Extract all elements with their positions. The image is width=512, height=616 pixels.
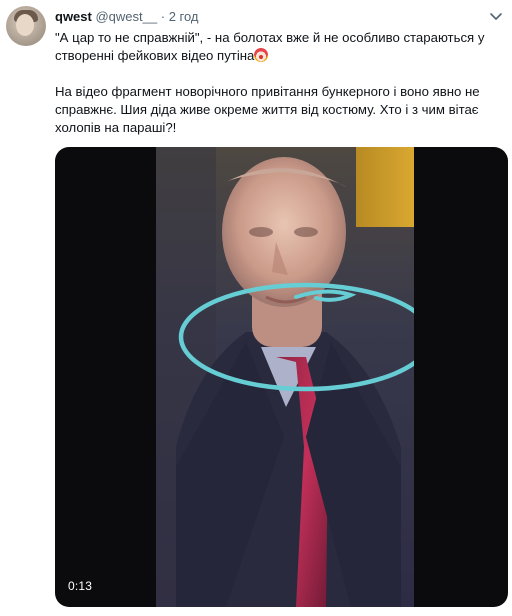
more-options-chevron-down-icon[interactable] xyxy=(488,8,504,24)
header-separator: · xyxy=(160,9,166,24)
tweet-header: qwest @qwest__ · 2 год xyxy=(55,9,199,25)
tweet-timestamp[interactable]: 2 год xyxy=(169,9,199,24)
author-handle[interactable]: @qwest__ xyxy=(95,9,157,24)
video-still xyxy=(156,147,414,607)
tweet-text-1: "А цар то не справжній", - на болотах вж… xyxy=(55,30,485,63)
avatar[interactable] xyxy=(6,6,46,46)
tweet-text-paragraph-2: На відео фрагмент новорічного привітання… xyxy=(55,84,480,135)
tweet: qwest @qwest__ · 2 год "А цар то не спра… xyxy=(0,0,512,616)
avatar-face xyxy=(16,14,34,36)
video-frame[interactable] xyxy=(156,147,414,607)
video-player[interactable]: 0:13 xyxy=(55,147,508,607)
author-name[interactable]: qwest xyxy=(55,9,92,24)
video-duration: 0:13 xyxy=(68,579,93,593)
tweet-text-paragraph-1: "А цар то не справжній", - на болотах вж… xyxy=(55,29,500,65)
clown-face-icon xyxy=(254,48,269,62)
